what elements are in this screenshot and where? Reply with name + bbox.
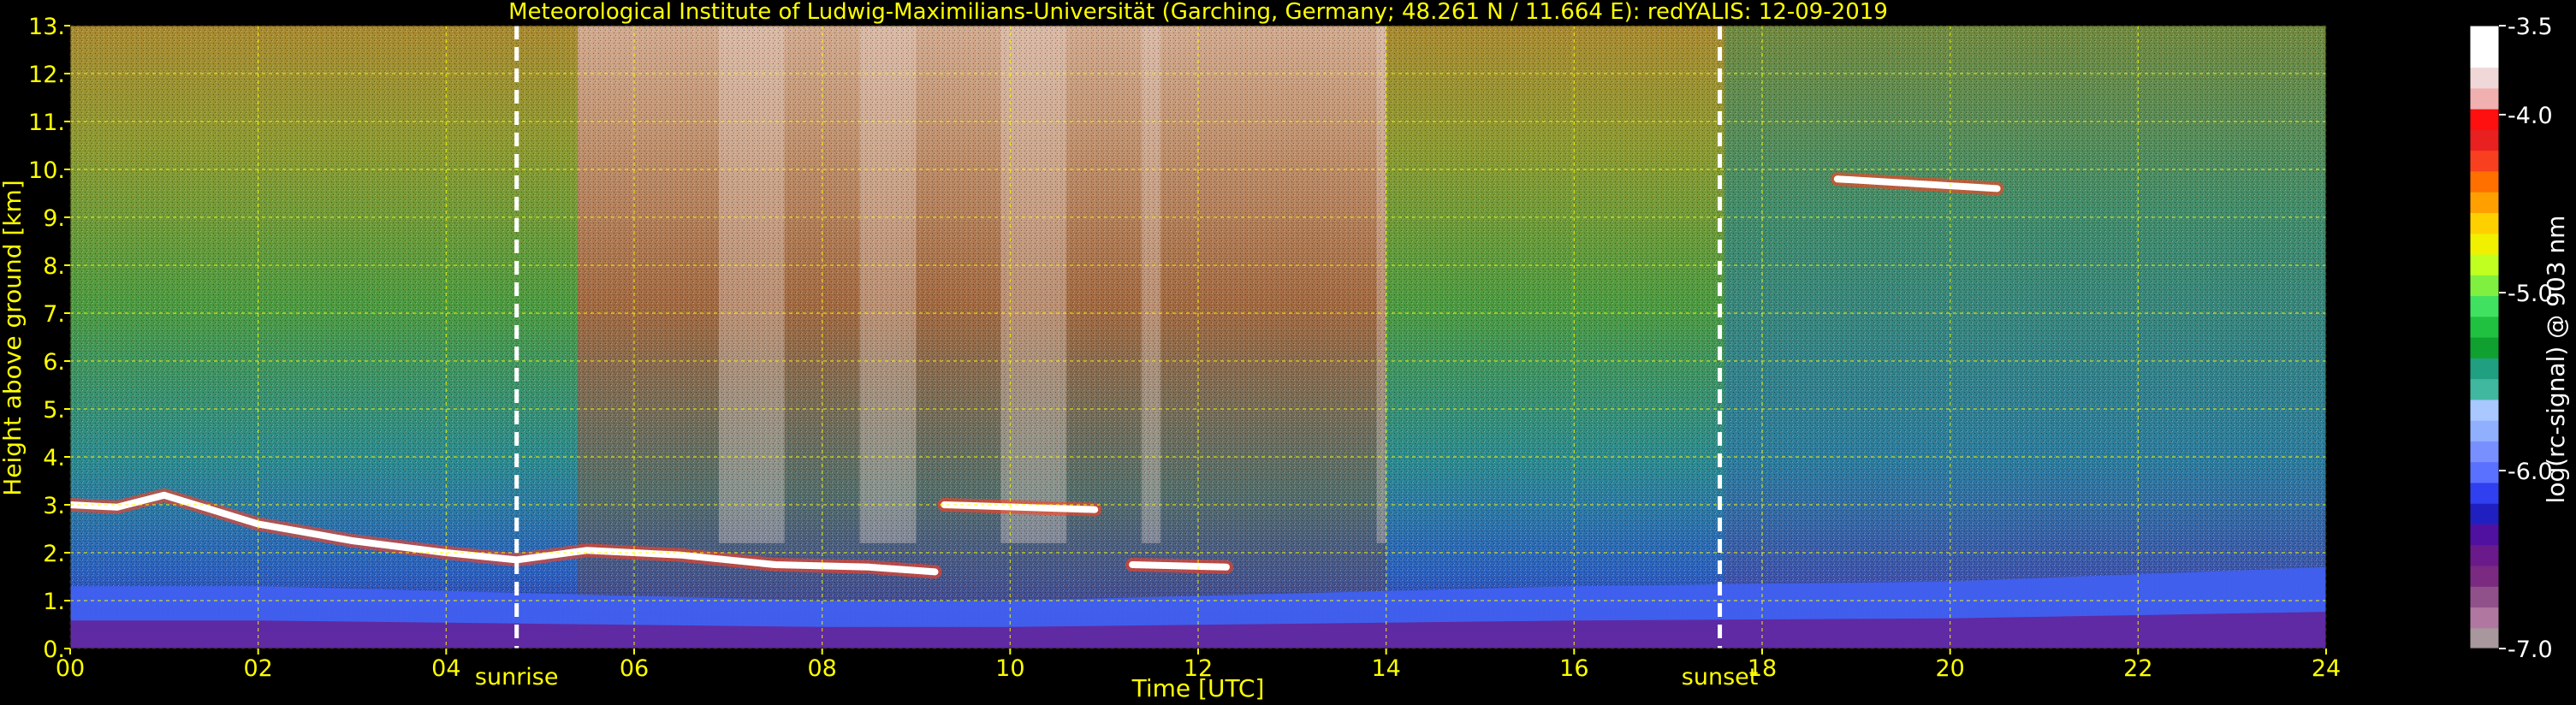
- colorbar-segment: [2470, 26, 2499, 47]
- colorbar-segment: [2470, 544, 2499, 566]
- x-axis-label: Time [UTC]: [1131, 674, 1265, 702]
- colorbar-segment: [2470, 378, 2499, 400]
- colorbar-segment: [2470, 337, 2499, 358]
- x-tick-label: 08: [807, 655, 836, 682]
- y-tick-label: 9.: [43, 205, 65, 232]
- colorbar: -3.5-4.0-5.0-6.0-7.0: [2469, 14, 2553, 663]
- cloud-patch: [941, 501, 1099, 513]
- x-tick-label: 20: [1935, 655, 1964, 682]
- colorbar-segment: [2470, 212, 2499, 234]
- x-tick-label: 14: [1371, 655, 1400, 682]
- colorbar-segment: [2470, 420, 2499, 441]
- colorbar-segment: [2470, 461, 2499, 483]
- colorbar-segment: [2470, 607, 2499, 629]
- y-tick-label: 11.: [28, 110, 65, 136]
- colorbar-tick-label: -3.5: [2508, 14, 2553, 40]
- chart-title: Meteorological Institute of Ludwig-Maxim…: [508, 0, 1888, 25]
- y-tick-label: 10.: [28, 157, 65, 184]
- x-tick-label: 18: [1748, 655, 1777, 682]
- x-tick-label: 22: [2123, 655, 2152, 682]
- x-tick-label: 06: [620, 655, 649, 682]
- y-tick-label: 13.: [28, 14, 65, 40]
- x-tick-label: 24: [2312, 655, 2341, 682]
- colorbar-segment: [2470, 253, 2499, 275]
- colorbar-segment: [2470, 233, 2499, 255]
- y-tick-label: 1.: [43, 589, 65, 615]
- y-tick-label: 12.: [28, 62, 65, 88]
- colorbar-segment: [2470, 524, 2499, 546]
- colorbar-segment: [2470, 192, 2499, 213]
- colorbar-segment: [2470, 46, 2499, 68]
- colorbar-segment: [2470, 565, 2499, 587]
- colorbar-tick-label: -4.0: [2508, 103, 2553, 129]
- y-tick-label: 3.: [43, 493, 65, 519]
- colorbar-segment: [2470, 586, 2499, 608]
- lidar-plot: sunrise sunset 00 02 04 06 08 10 12 14 16 18 20 22 24…: [0, 0, 2576, 705]
- colorbar-segment: [2470, 87, 2499, 110]
- colorbar-segment: [2470, 627, 2499, 649]
- colorbar-segment: [2470, 441, 2499, 463]
- colorbar-segment: [2470, 170, 2499, 193]
- cloud-patch: [1129, 561, 1230, 571]
- x-tick-label: 04: [431, 655, 460, 682]
- y-tick-label: 2.: [43, 541, 65, 567]
- colorbar-segment: [2470, 358, 2499, 380]
- event-label-sunrise: sunrise: [475, 664, 559, 690]
- y-axis-label: Height above ground [km]: [0, 180, 27, 496]
- y-tick-label: 5.: [43, 397, 65, 424]
- colorbar-segment: [2470, 503, 2499, 524]
- x-tick-label: 02: [243, 655, 272, 682]
- colorbar-segment: [2470, 129, 2499, 151]
- lidar-chart: sunrise sunset 00 02 04 06 08 10 12 14 16 18 20 22 24…: [0, 0, 2570, 702]
- colorbar-segment: [2470, 67, 2499, 89]
- colorbar-segment: [2470, 109, 2499, 130]
- colorbar-label: log(rc-signal) @ 903 nm: [2542, 216, 2570, 504]
- x-tick-label: 10: [995, 655, 1024, 682]
- colorbar-segment: [2470, 482, 2499, 504]
- y-tick-label: 6.: [43, 349, 65, 376]
- colorbar-segment: [2470, 399, 2499, 421]
- y-tick-label: 7.: [43, 301, 65, 328]
- colorbar-segment: [2470, 316, 2499, 338]
- colorbar-segment: [2470, 275, 2499, 297]
- y-tick-label: 4.: [43, 445, 65, 471]
- colorbar-segment: [2470, 295, 2499, 317]
- colorbar-tick-label: -7.0: [2508, 637, 2553, 663]
- y-tick-label: 8.: [43, 253, 65, 280]
- x-tick-label: 16: [1559, 655, 1588, 682]
- y-tick-label: 0.: [43, 637, 65, 663]
- colorbar-segment: [2470, 150, 2499, 172]
